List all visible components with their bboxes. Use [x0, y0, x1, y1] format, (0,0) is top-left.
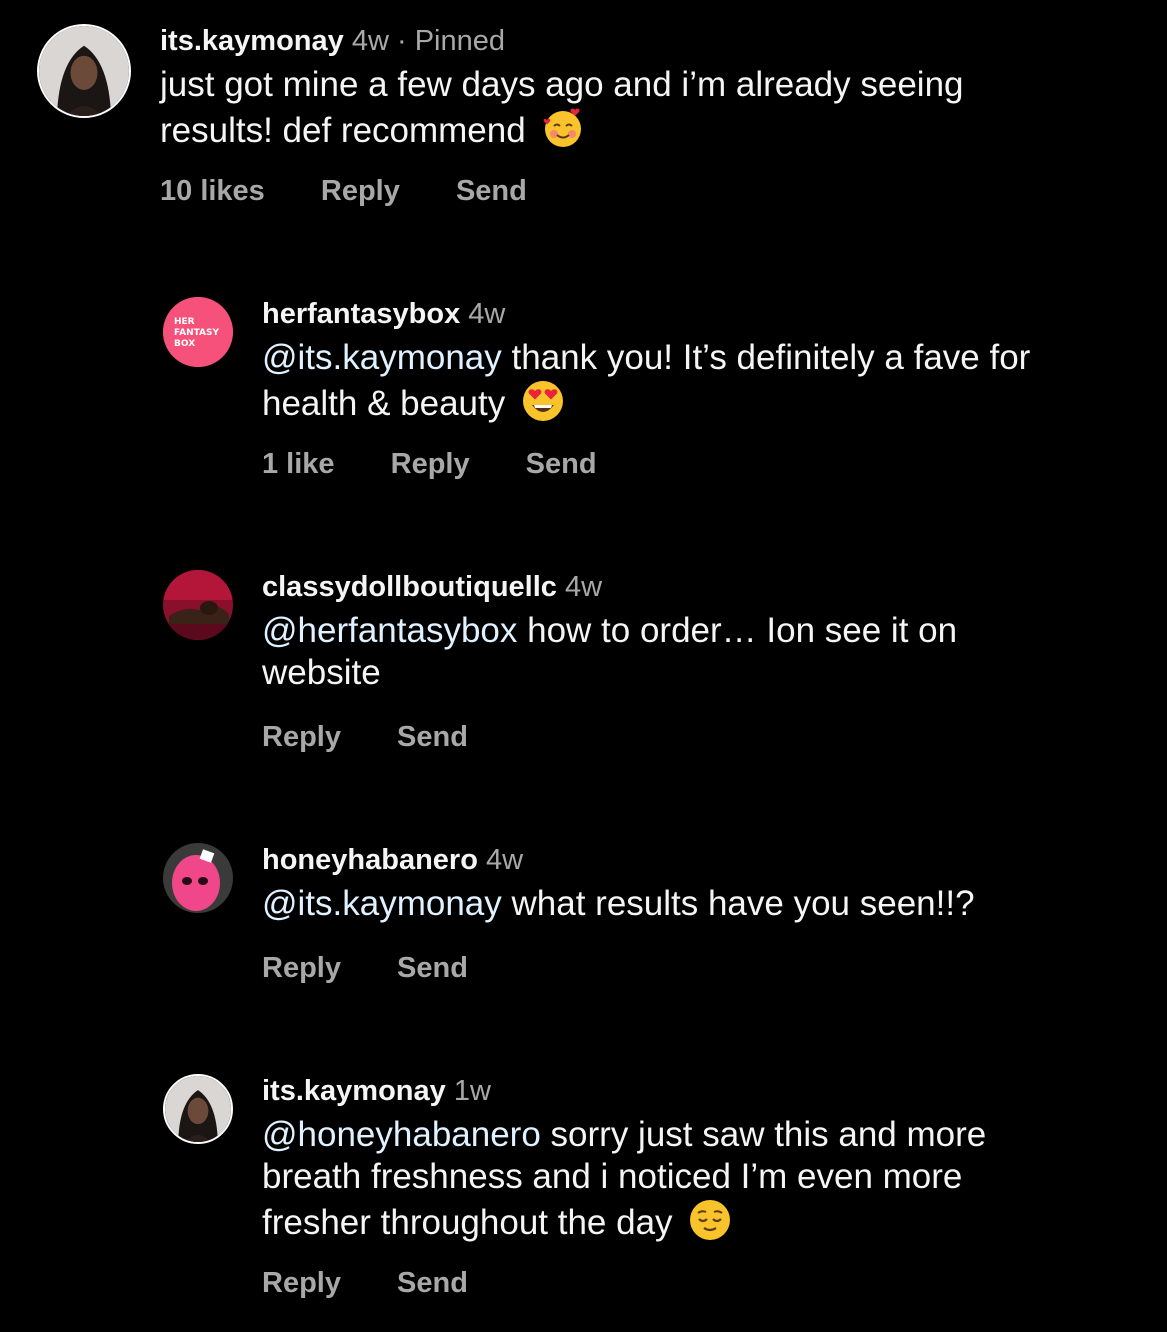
send-button[interactable]: Send	[526, 448, 597, 480]
comment-meta: its.kaymonay 4w · Pinned	[160, 24, 1050, 58]
reply-button[interactable]: Reply	[391, 448, 470, 480]
comment-actions: 1 like Reply Send	[262, 448, 645, 481]
user-photo-icon	[165, 1076, 231, 1142]
comment-meta: honeyhabanero 4w	[262, 843, 1122, 877]
comment-actions: Reply Send	[262, 1267, 516, 1300]
likes-count[interactable]: 1 like	[262, 448, 335, 480]
comment-text: just got mine a few days ago and i’m alr…	[160, 64, 1050, 152]
heart-eyes-face-icon	[521, 379, 565, 423]
reply-button[interactable]: Reply	[262, 952, 341, 984]
reply-button[interactable]: Reply	[321, 175, 400, 207]
send-button[interactable]: Send	[397, 1267, 468, 1299]
brand-logo-icon: HER FANTASY BOX	[163, 297, 233, 367]
send-button[interactable]: Send	[397, 952, 468, 984]
comment-meta: herfantasybox 4w	[262, 297, 1122, 331]
comment-meta: classydollboutiquellc 4w	[262, 570, 1022, 604]
mention-link[interactable]: @honeyhabanero	[262, 1115, 541, 1154]
user-photo-icon	[39, 26, 129, 116]
timestamp: 4w	[564, 571, 603, 603]
avatar[interactable]	[163, 843, 233, 913]
comment-actions: Reply Send	[262, 952, 516, 985]
mention-link[interactable]: @herfantasybox	[262, 611, 517, 650]
username[interactable]: classydollboutiquellc	[262, 571, 557, 603]
pinned-label: Pinned	[414, 25, 506, 57]
timestamp: 4w	[468, 298, 506, 330]
avatar[interactable]: HER FANTASY BOX	[163, 297, 233, 367]
comment-actions: Reply Send	[262, 721, 516, 754]
likes-count[interactable]: 10 likes	[160, 175, 265, 207]
smiling-face-with-hearts-icon	[541, 106, 585, 150]
comment-text: @its.kaymonay thank you! It’s definitely…	[262, 337, 1122, 425]
separator-dot: ·	[396, 25, 407, 57]
comment-text: @honeyhabanero sorry just saw this and m…	[262, 1114, 1062, 1244]
send-button[interactable]: Send	[397, 721, 468, 753]
username[interactable]: its.kaymonay	[262, 1075, 446, 1107]
logo-line-2: FANTASY	[174, 328, 220, 338]
mention-link[interactable]: @its.kaymonay	[262, 338, 502, 377]
user-photo-icon	[163, 843, 233, 913]
comment-text: @its.kaymonay what results have you seen…	[262, 883, 1122, 925]
user-photo-icon	[163, 570, 233, 640]
comment-text-body: what results have you seen!!?	[501, 884, 975, 923]
username[interactable]: honeyhabanero	[262, 844, 478, 876]
timestamp: 4w	[486, 844, 524, 876]
avatar[interactable]	[37, 24, 131, 118]
relieved-face-icon	[688, 1198, 732, 1242]
username[interactable]: its.kaymonay	[160, 25, 344, 57]
username[interactable]: herfantasybox	[262, 298, 460, 330]
mention-link[interactable]: @its.kaymonay	[262, 884, 502, 923]
logo-line-3: BOX	[174, 339, 195, 349]
comment-actions: 10 likes Reply Send	[160, 175, 575, 208]
comment-text: @herfantasybox how to order… Ion see it …	[262, 610, 1022, 694]
reply-button[interactable]: Reply	[262, 1267, 341, 1299]
reply-button[interactable]: Reply	[262, 721, 341, 753]
avatar[interactable]	[163, 1074, 233, 1144]
comment-meta: its.kaymonay 1w	[262, 1074, 1062, 1108]
avatar[interactable]	[163, 570, 233, 640]
timestamp: 4w	[351, 25, 389, 57]
logo-line-1: HER	[174, 317, 195, 327]
send-button[interactable]: Send	[456, 175, 527, 207]
timestamp: 1w	[453, 1075, 491, 1107]
